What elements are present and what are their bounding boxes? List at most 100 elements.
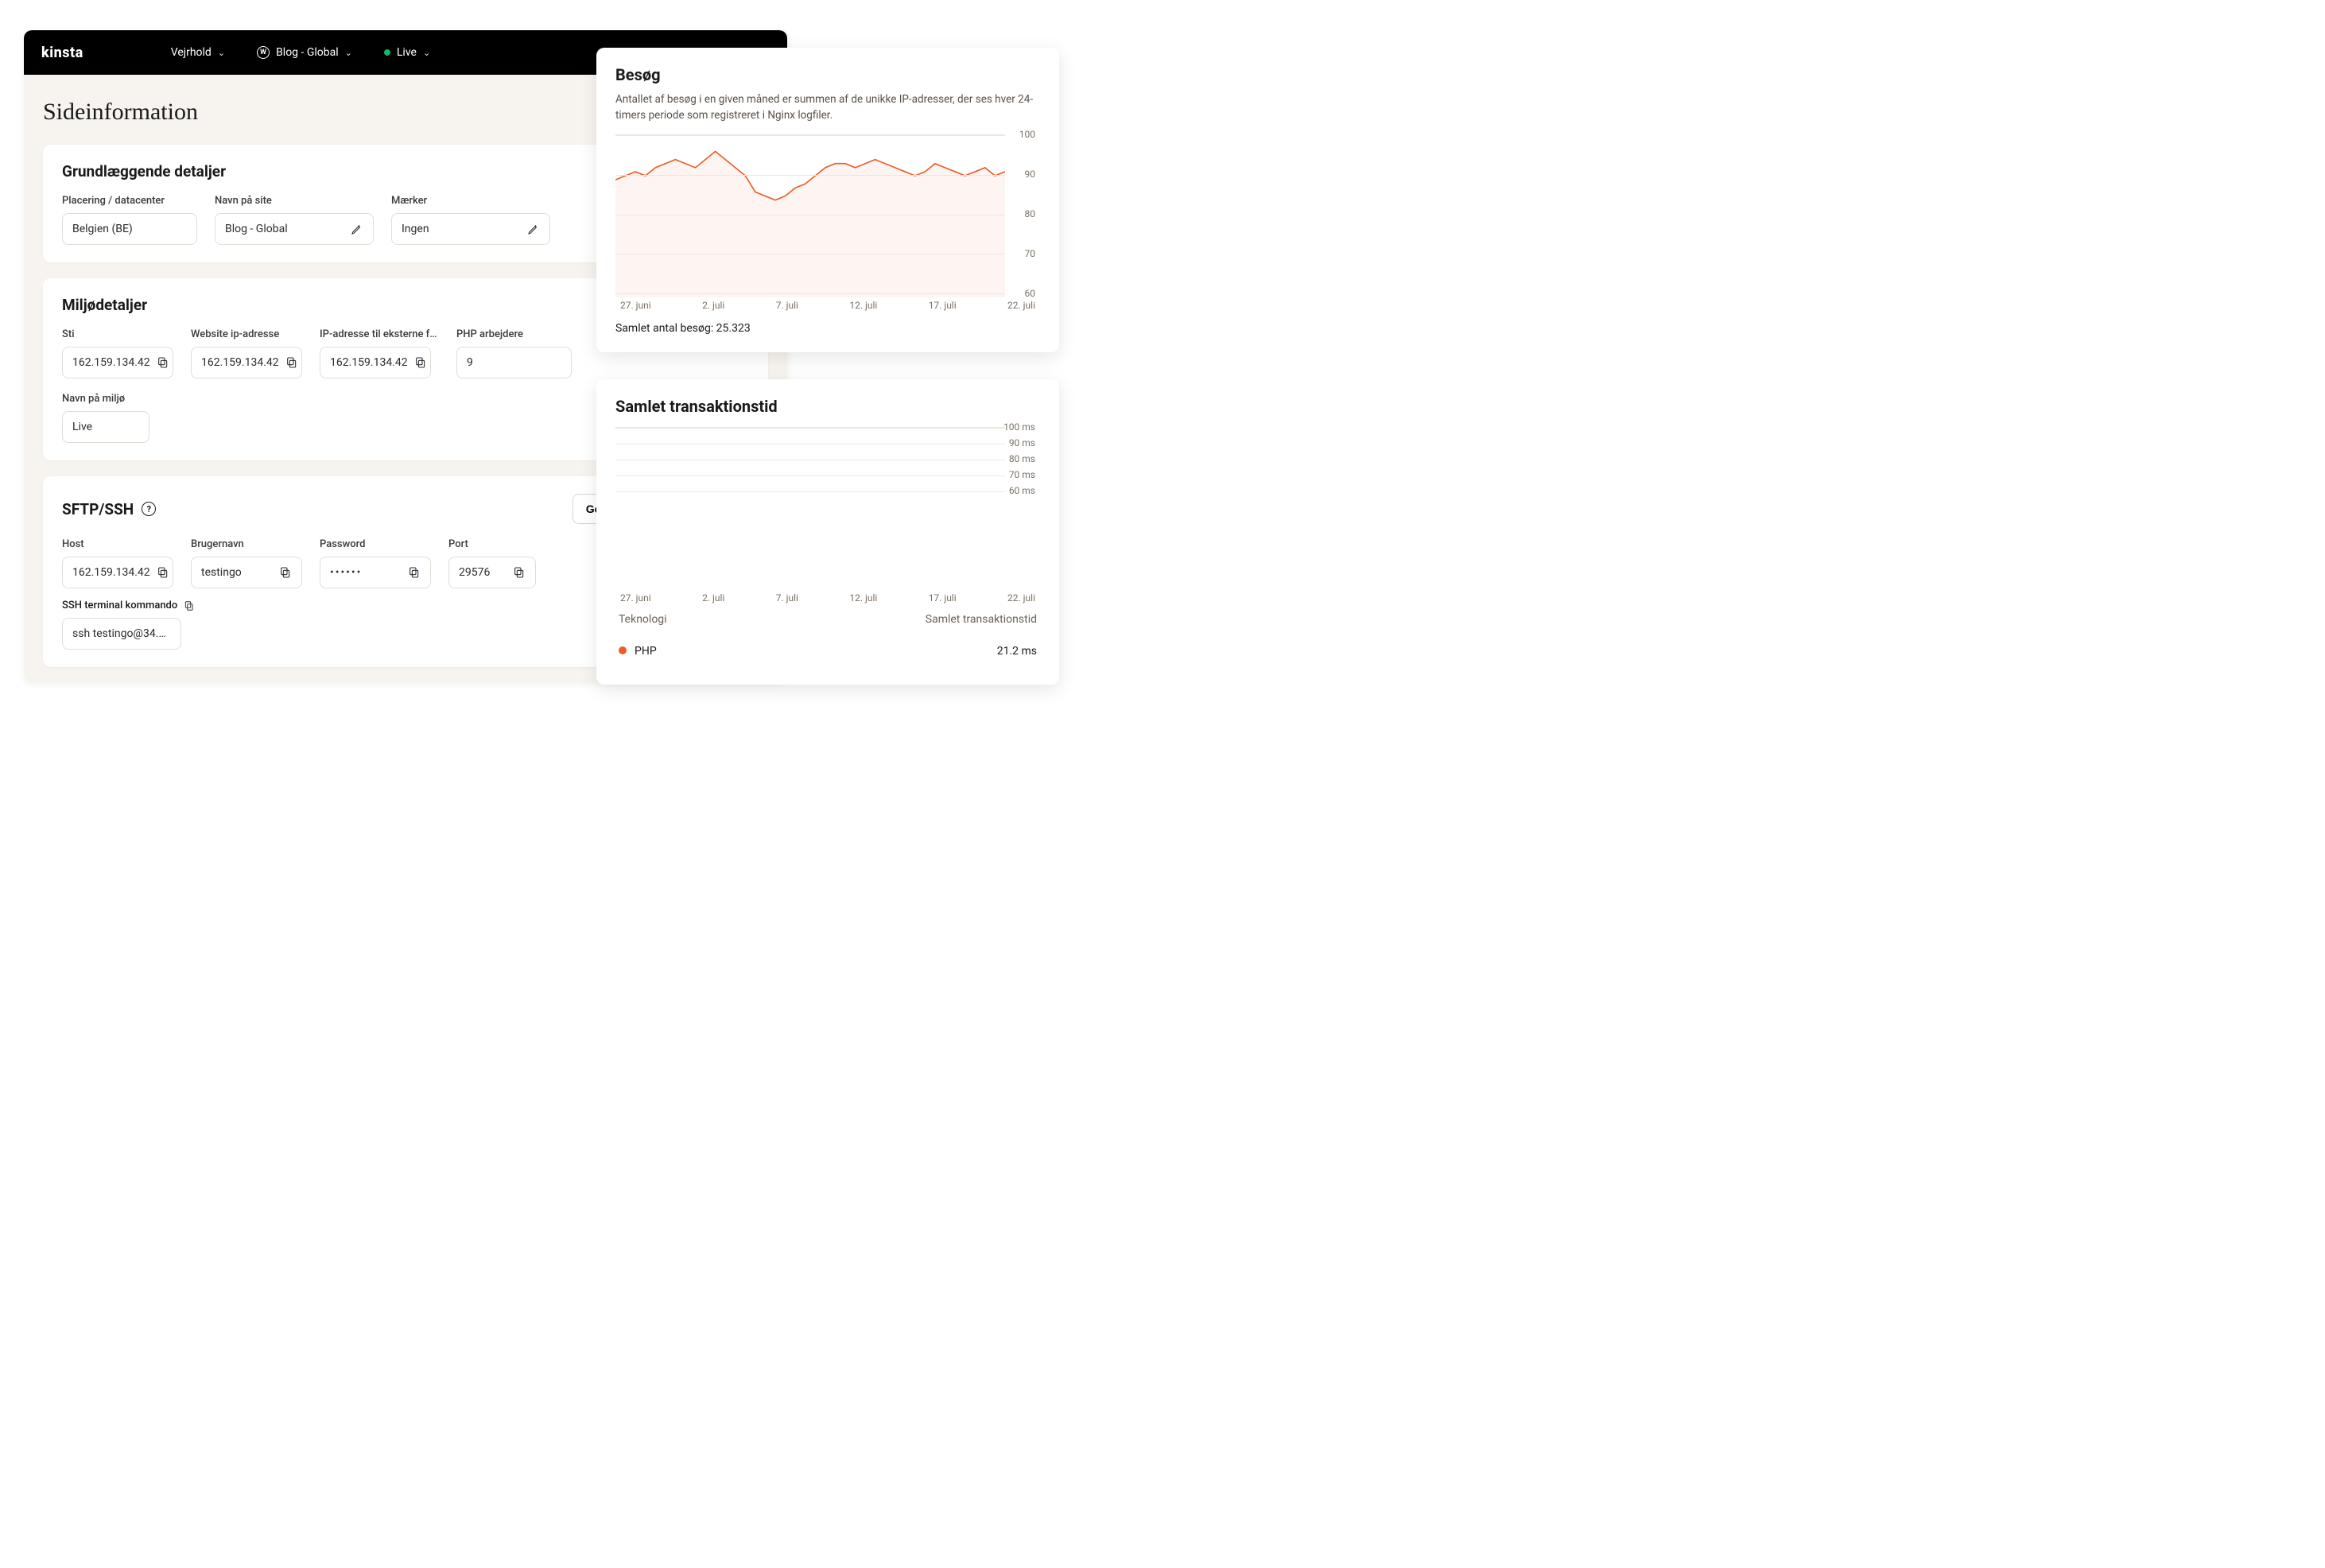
edit-icon bbox=[527, 223, 540, 235]
label-username: Brugernavn bbox=[191, 538, 302, 550]
card-visits: Besøg Antallet af besøg i en given måned… bbox=[596, 48, 1059, 352]
copy-icon bbox=[279, 566, 292, 579]
x-tick: 12. juli bbox=[849, 592, 877, 604]
col-technology: Teknologi bbox=[619, 613, 667, 626]
value-external-ip: 162.159.134.42 bbox=[330, 356, 408, 369]
copy-icon bbox=[157, 566, 169, 579]
value-php-workers: 9 bbox=[467, 356, 473, 369]
value-port: 29576 bbox=[459, 566, 490, 579]
y-tick: 70 bbox=[1025, 248, 1036, 259]
label-tags: Mærker bbox=[391, 195, 550, 207]
x-tick: 7. juli bbox=[776, 300, 798, 311]
table-header: Teknologi Samlet transaktionstid bbox=[615, 604, 1040, 635]
field-sitename[interactable]: Blog - Global bbox=[215, 213, 374, 245]
col-total: Samlet transaktionstid bbox=[926, 613, 1037, 626]
x-tick: 7. juli bbox=[776, 592, 798, 604]
copy-icon[interactable] bbox=[184, 600, 195, 611]
wordpress-icon: W bbox=[257, 46, 270, 59]
visits-chart: 10090807060 bbox=[615, 134, 1040, 293]
transaction-x-axis: 27. juni 2. juli 7. juli 12. juli 17. juli 22… bbox=[615, 592, 1040, 604]
y-tick: 80 ms bbox=[1009, 453, 1035, 464]
field-tags[interactable]: Ingen bbox=[391, 213, 550, 245]
label-ssh-command: SSH terminal kommando bbox=[62, 600, 177, 611]
field-password[interactable]: •••••• bbox=[320, 557, 431, 588]
field-env-name: Live bbox=[62, 411, 149, 443]
label-path: Sti bbox=[62, 328, 173, 340]
company-name: Vejrhold bbox=[171, 46, 212, 59]
company-selector[interactable]: Vejrhold ⌄ bbox=[163, 41, 233, 64]
field-external-ip[interactable]: 162.159.134.42 bbox=[320, 347, 431, 378]
value-site-ip: 162.159.134.42 bbox=[201, 356, 279, 369]
table-row: PHP 21.2 ms bbox=[615, 635, 1040, 667]
value-password-masked: •••••• bbox=[330, 566, 362, 579]
copy-icon bbox=[513, 566, 526, 579]
label-external-ip: IP-adresse til eksterne forb bbox=[320, 328, 439, 340]
field-ssh-command[interactable]: ssh testingo@34.7... bbox=[62, 618, 181, 650]
x-tick: 22. juli bbox=[1007, 300, 1035, 311]
card-transaction-time: Samlet transaktionstid 100 ms 90 ms 80 ms 7… bbox=[596, 379, 1059, 685]
label-port: Port bbox=[448, 538, 536, 550]
y-tick: 100 ms bbox=[1003, 421, 1035, 433]
x-tick: 17. juli bbox=[929, 300, 957, 311]
field-site-ip[interactable]: 162.159.134.42 bbox=[191, 347, 302, 378]
copy-icon bbox=[414, 356, 427, 369]
y-tick: 80 bbox=[1025, 208, 1036, 219]
y-tick: 60 ms bbox=[1009, 485, 1035, 496]
value-path: 162.159.134.42 bbox=[72, 356, 150, 369]
site-name: Blog - Global bbox=[276, 46, 339, 59]
environment-selector[interactable]: Live ⌄ bbox=[376, 41, 438, 64]
copy-icon bbox=[285, 356, 298, 369]
label-site-ip: Website ip-adresse bbox=[191, 328, 302, 340]
edit-icon bbox=[351, 223, 363, 235]
field-port[interactable]: 29576 bbox=[448, 557, 536, 588]
y-tick: 60 bbox=[1025, 288, 1036, 299]
visits-x-axis: 27. juni 2. juli 7. juli 12. juli 17. juli 22… bbox=[615, 300, 1040, 311]
visits-description: Antallet af besøg i en given måned er su… bbox=[615, 92, 1040, 123]
value-host: 162.159.134.42 bbox=[72, 566, 150, 579]
copy-icon bbox=[157, 356, 169, 369]
x-tick: 2. juli bbox=[702, 592, 724, 604]
field-location: Belgien (BE) bbox=[62, 213, 197, 245]
field-host[interactable]: 162.159.134.42 bbox=[62, 557, 173, 588]
value-ssh-command: ssh testingo@34.7... bbox=[72, 627, 171, 640]
tech-value: 21.2 ms bbox=[997, 645, 1037, 658]
legend-dot-icon bbox=[619, 646, 627, 654]
status-dot-icon bbox=[384, 49, 390, 56]
label-host: Host bbox=[62, 538, 173, 550]
x-tick: 27. juni bbox=[620, 592, 651, 604]
y-tick: 90 bbox=[1025, 169, 1036, 180]
visits-total: Samlet antal besøg: 25.323 bbox=[615, 322, 1040, 335]
x-tick: 12. juli bbox=[849, 300, 877, 311]
y-tick: 90 ms bbox=[1009, 437, 1035, 448]
environment-name: Live bbox=[397, 46, 417, 59]
label-password: Password bbox=[320, 538, 431, 550]
value-tags: Ingen bbox=[402, 223, 429, 235]
label-sitename: Navn på site bbox=[215, 195, 374, 207]
help-icon[interactable]: ? bbox=[142, 502, 156, 516]
chevron-down-icon: ⌄ bbox=[423, 48, 430, 58]
visits-title: Besøg bbox=[615, 65, 1040, 84]
field-username[interactable]: testingo bbox=[191, 557, 302, 588]
label-env-name: Navn på miljø bbox=[62, 393, 149, 405]
x-tick: 27. juni bbox=[620, 300, 651, 311]
copy-icon bbox=[408, 566, 421, 579]
label-php-workers: PHP arbejdere bbox=[456, 328, 572, 340]
value-sitename: Blog - Global bbox=[225, 223, 288, 235]
tech-label: PHP bbox=[619, 645, 657, 658]
y-tick: 70 ms bbox=[1009, 469, 1035, 480]
label-location: Placering / datacenter bbox=[62, 195, 197, 207]
chevron-down-icon: ⌄ bbox=[345, 48, 352, 58]
site-selector[interactable]: W Blog - Global ⌄ bbox=[249, 41, 360, 64]
x-tick: 22. juli bbox=[1007, 592, 1035, 604]
x-tick: 2. juli bbox=[702, 300, 724, 311]
x-tick: 17. juli bbox=[929, 592, 957, 604]
value-username: testingo bbox=[201, 566, 242, 579]
value-env-name: Live bbox=[72, 421, 92, 433]
y-tick: 100 bbox=[1019, 129, 1035, 140]
chevron-down-icon: ⌄ bbox=[218, 48, 225, 58]
brand-logo: kinsta bbox=[41, 45, 83, 61]
field-path[interactable]: 162.159.134.42 bbox=[62, 347, 173, 378]
card-title: SFTP/SSH bbox=[62, 500, 134, 518]
transaction-chart: 100 ms90 ms80 ms70 ms60 ms bbox=[615, 427, 1040, 586]
value-location: Belgien (BE) bbox=[72, 223, 133, 235]
